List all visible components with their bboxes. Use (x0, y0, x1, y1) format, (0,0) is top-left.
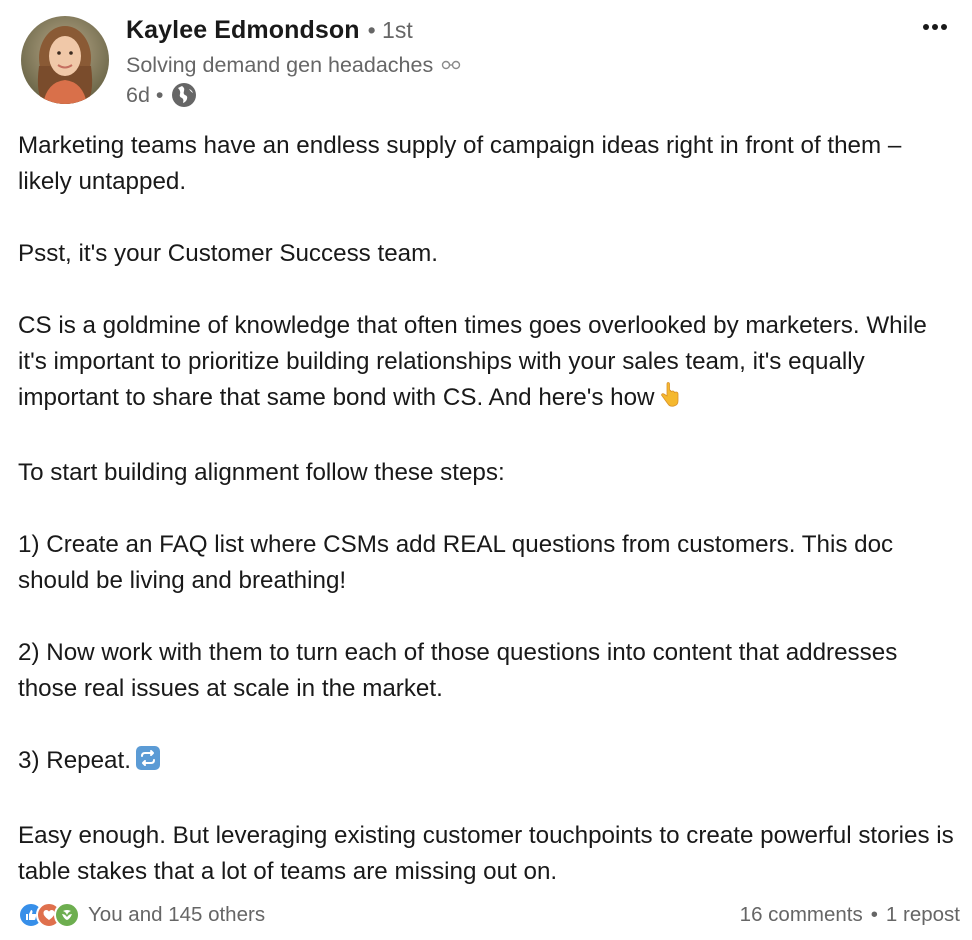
meta-row: 6d • (126, 80, 461, 110)
post-paragraph: 2) Now work with them to turn each of th… (18, 639, 898, 702)
post-time: 6d (126, 82, 150, 107)
hearing-icon (441, 58, 461, 72)
post-paragraph-text: 3) Repeat. (18, 747, 131, 774)
reposts-count[interactable]: 1 repost (886, 903, 960, 927)
globe-icon (171, 82, 197, 108)
social-counts: 16 comments • 1 repost (740, 903, 960, 927)
reactions-count: You and 145 others (88, 903, 266, 926)
post-paragraph: Psst, it's your Customer Success team. (18, 240, 438, 267)
post-paragraph: Marketing teams have an endless supply o… (18, 132, 902, 195)
comments-count[interactable]: 16 comments (740, 903, 863, 927)
more-options-button[interactable] (918, 16, 952, 38)
pointing-down-emoji: 👇 (659, 382, 681, 419)
counts-separator: • (870, 903, 878, 926)
support-reaction-icon (54, 902, 80, 928)
more-horizontal-icon (922, 18, 948, 36)
author-name[interactable]: Kaylee Edmondson (126, 16, 360, 45)
post-paragraph: 3) Repeat.🔁 (18, 743, 958, 782)
headline-row: Solving demand gen headaches (126, 50, 461, 80)
post-paragraph: CS is a goldmine of knowledge that often… (18, 308, 958, 419)
post-paragraph: Easy enough. But leveraging existing cus… (18, 822, 954, 885)
social-footer: You and 145 others 16 comments • 1 repos… (18, 898, 960, 932)
reactions-summary[interactable]: You and 145 others (18, 902, 265, 928)
post-paragraph: 1) Create an FAQ list where CSMs add REA… (18, 531, 894, 594)
reaction-icons (18, 902, 80, 928)
avatar[interactable] (21, 16, 109, 104)
connection-degree: • 1st (367, 17, 413, 43)
post-paragraph: To start building alignment follow these… (18, 459, 505, 486)
avatar-photo (21, 16, 109, 104)
repeat-emoji: 🔁 (135, 745, 161, 782)
post-paragraph-text: CS is a goldmine of knowledge that often… (18, 312, 927, 411)
post-body: Marketing teams have an endless supply o… (18, 128, 958, 890)
author-headline: Solving demand gen headaches (126, 52, 434, 77)
meta-separator: • (155, 82, 164, 107)
author-row: Kaylee Edmondson • 1st (126, 16, 461, 52)
post-header: Kaylee Edmondson • 1st Solving demand ge… (126, 16, 461, 110)
